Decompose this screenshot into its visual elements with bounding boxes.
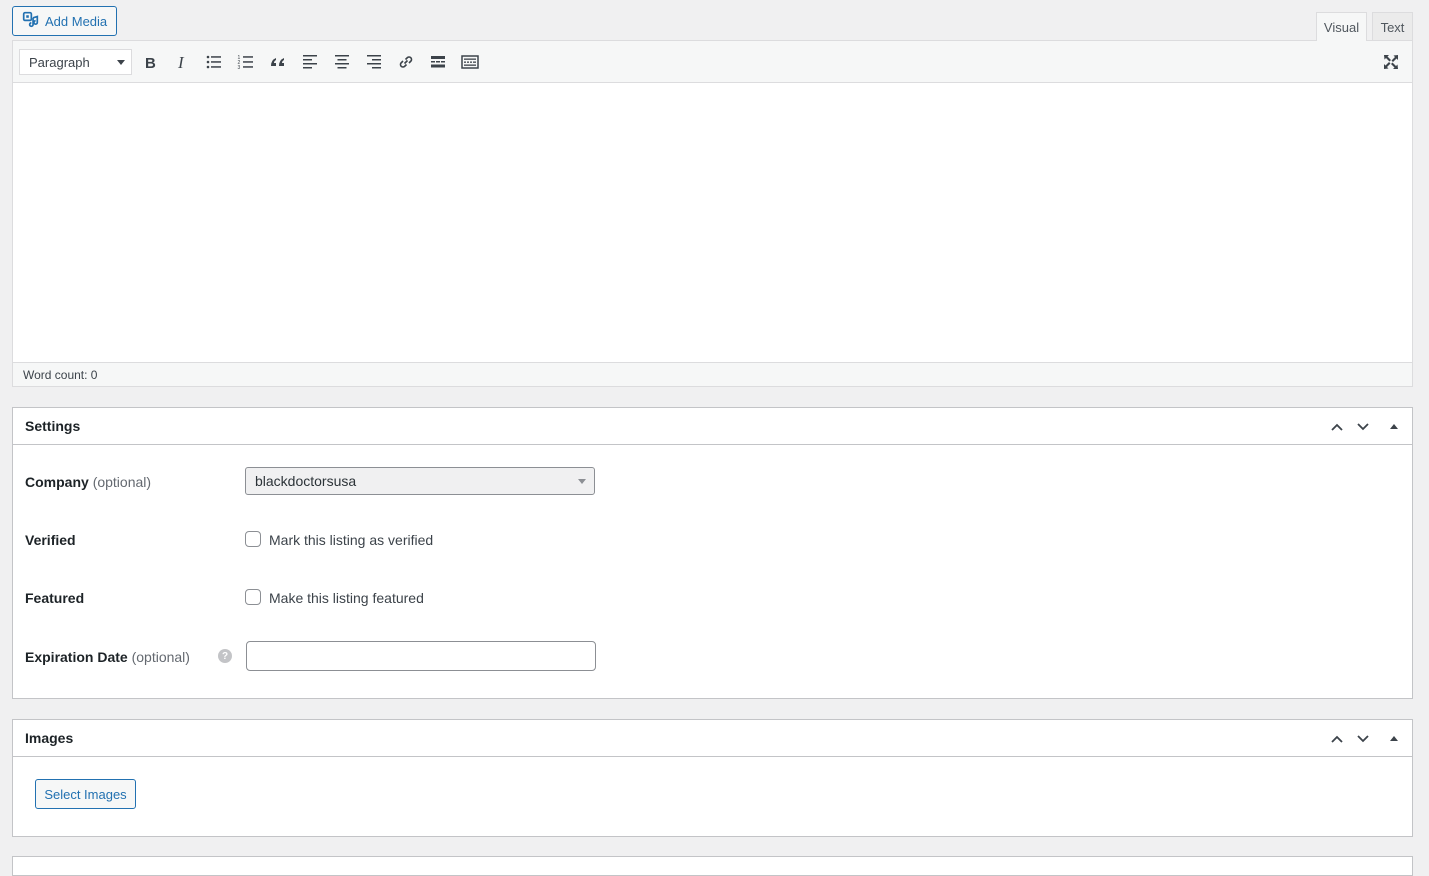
featured-label: Featured — [25, 590, 85, 606]
images-box: Images Select Images — [12, 719, 1413, 837]
numbered-list-icon[interactable]: 123 — [234, 50, 258, 74]
format-select-value: Paragraph — [29, 54, 90, 70]
media-icon — [22, 11, 39, 31]
bold-icon[interactable]: B — [138, 50, 162, 74]
add-media-label: Add Media — [45, 13, 108, 29]
company-select-value: blackdoctorsusa — [255, 473, 357, 489]
content-editor: Paragraph B I 123 Word count: 0 — [12, 40, 1413, 387]
verified-checkbox-label[interactable]: Mark this listing as verified — [269, 532, 433, 548]
expiration-label: Expiration Date (optional) — [25, 649, 190, 665]
company-label: Company (optional) — [25, 474, 151, 490]
verified-checkbox[interactable] — [245, 531, 261, 547]
format-select[interactable]: Paragraph — [19, 49, 132, 75]
align-center-icon[interactable] — [330, 50, 354, 74]
featured-checkbox-label[interactable]: Make this listing featured — [269, 590, 424, 606]
chevron-down-icon[interactable] — [1353, 417, 1373, 437]
toolbar-toggle-icon[interactable] — [458, 50, 482, 74]
help-icon[interactable]: ? — [218, 649, 232, 663]
tab-visual[interactable]: Visual — [1316, 12, 1367, 41]
svg-text:B: B — [145, 55, 156, 71]
select-images-button[interactable]: Select Images — [35, 779, 136, 809]
bullet-list-icon[interactable] — [202, 50, 226, 74]
company-select[interactable]: blackdoctorsusa — [245, 467, 595, 495]
verified-label: Verified — [25, 532, 76, 548]
editor-toolbar: Paragraph B I 123 — [13, 41, 1412, 83]
read-more-icon[interactable] — [426, 50, 450, 74]
toggle-panel-icon[interactable] — [1384, 417, 1404, 437]
chevron-up-icon[interactable] — [1327, 417, 1347, 437]
chevron-up-icon[interactable] — [1327, 729, 1347, 749]
toggle-panel-icon[interactable] — [1384, 729, 1404, 749]
italic-icon[interactable]: I — [170, 50, 194, 74]
align-right-icon[interactable] — [362, 50, 386, 74]
settings-header: Settings — [13, 408, 1412, 445]
align-left-icon[interactable] — [298, 50, 322, 74]
fullscreen-icon[interactable] — [1379, 50, 1403, 74]
settings-title: Settings — [25, 418, 81, 434]
blockquote-icon[interactable] — [266, 50, 290, 74]
featured-checkbox[interactable] — [245, 589, 261, 605]
add-media-button[interactable]: Add Media — [12, 6, 117, 36]
chevron-down-icon — [117, 60, 125, 65]
next-postbox — [12, 856, 1413, 876]
expiration-label-text: Expiration Date — [25, 649, 128, 665]
svg-text:3: 3 — [238, 65, 241, 71]
chevron-down-icon — [578, 479, 586, 484]
expiration-optional-text: (optional) — [131, 649, 190, 665]
expiration-date-input[interactable] — [246, 641, 596, 671]
chevron-down-icon[interactable] — [1353, 729, 1373, 749]
images-title: Images — [25, 730, 74, 746]
settings-box: Settings Company (optional) blackdoctors… — [12, 407, 1413, 699]
company-optional-text: (optional) — [92, 474, 152, 490]
tab-text[interactable]: Text — [1372, 12, 1413, 41]
editor-content-area[interactable] — [13, 83, 1412, 362]
company-label-text: Company — [25, 474, 89, 490]
word-count: Word count: 0 — [13, 362, 1412, 386]
svg-text:I: I — [177, 53, 185, 71]
link-icon[interactable] — [394, 50, 418, 74]
images-header: Images — [13, 720, 1412, 757]
